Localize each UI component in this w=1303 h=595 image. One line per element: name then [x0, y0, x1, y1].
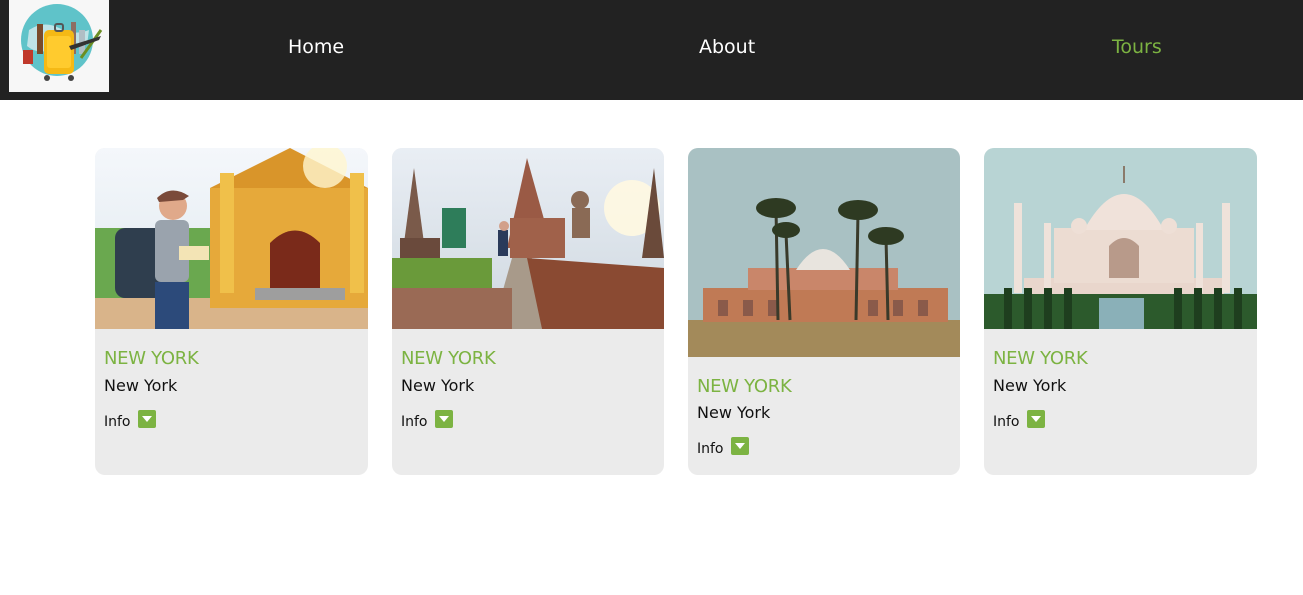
- caret-down-icon[interactable]: [1027, 410, 1045, 428]
- tour-card: NEW YORK New York Info: [95, 148, 368, 475]
- taj-mahal-photo: [984, 148, 1257, 329]
- tour-subtitle: New York: [697, 403, 771, 422]
- nav-link-about[interactable]: About: [699, 35, 755, 59]
- caret-down-icon[interactable]: [731, 437, 749, 455]
- top-navbar: Home About Tours: [0, 0, 1303, 100]
- tour-title: NEW YORK: [401, 348, 496, 369]
- caret-down-icon[interactable]: [435, 410, 453, 428]
- tour-card: NEW YORK New York Info: [392, 148, 664, 475]
- tour-card: NEW YORK New York Info: [984, 148, 1257, 475]
- humayun-tomb-palms-photo: [688, 148, 960, 357]
- info-label: Info: [697, 441, 724, 457]
- tour-subtitle: New York: [993, 376, 1067, 395]
- nav-link-home[interactable]: Home: [288, 35, 344, 59]
- caret-down-icon[interactable]: [138, 410, 156, 428]
- info-label: Info: [993, 414, 1020, 430]
- traveler-at-temple-photo: [95, 148, 368, 329]
- tour-title: NEW YORK: [104, 348, 199, 369]
- tour-subtitle: New York: [104, 376, 178, 395]
- travel-logo-icon[interactable]: [9, 0, 109, 92]
- tour-title: NEW YORK: [993, 348, 1088, 369]
- nav-link-tours[interactable]: Tours: [1112, 35, 1162, 59]
- info-label: Info: [104, 414, 131, 430]
- tour-card: NEW YORK New York Info: [688, 148, 960, 475]
- ancient-temple-ruins-photo: [392, 148, 664, 329]
- tour-subtitle: New York: [401, 376, 475, 395]
- info-label: Info: [401, 414, 428, 430]
- tour-title: NEW YORK: [697, 376, 792, 397]
